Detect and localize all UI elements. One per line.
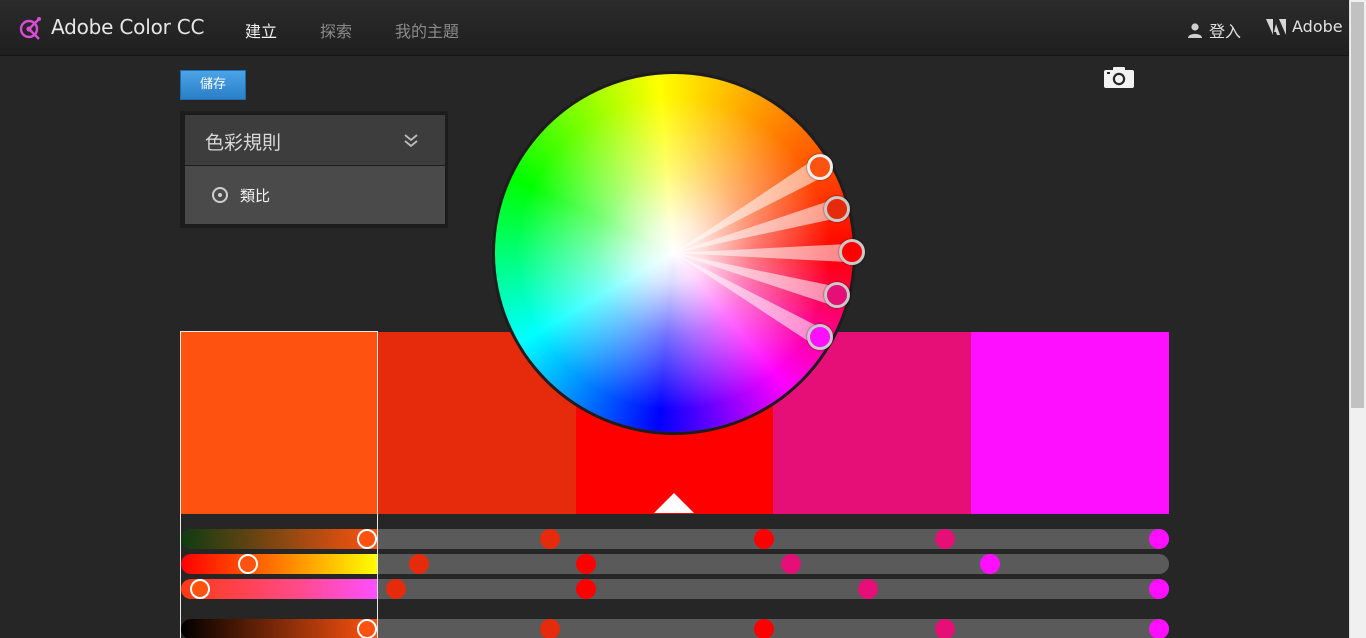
brand-title[interactable]: Adobe Color CC	[51, 15, 205, 39]
color-rule-label: 類比	[240, 187, 271, 205]
wheel-spokes	[674, 160, 847, 345]
color-swatch-1[interactable]	[181, 332, 378, 514]
slider-track-2[interactable]	[377, 554, 1169, 574]
slider-knob[interactable]	[1149, 619, 1169, 638]
save-button[interactable]: 儲存	[180, 70, 246, 100]
adobe-color-logo-icon[interactable]	[18, 15, 44, 41]
adobe-label: Adobe	[1292, 17, 1343, 36]
slider-knob[interactable]	[1149, 529, 1169, 549]
scrollbar-thumb[interactable]	[1351, 2, 1364, 408]
wheel-handle-2[interactable]	[824, 196, 850, 222]
slider-knob[interactable]	[540, 619, 560, 638]
wheel-handle-5[interactable]	[807, 324, 833, 350]
nav-create[interactable]: 建立	[245, 18, 277, 42]
double-chevron-down-icon[interactable]	[403, 133, 419, 149]
slider-row-4[interactable]	[181, 619, 1169, 638]
login-label: 登入	[1209, 22, 1242, 41]
slider-knob[interactable]	[540, 529, 560, 549]
slider-row-2[interactable]	[181, 554, 1169, 574]
camera-icon[interactable]	[1104, 66, 1134, 88]
slider-knob[interactable]	[980, 554, 1000, 574]
slider-knob-selected-4[interactable]	[357, 619, 377, 638]
slider-knob[interactable]	[1149, 579, 1169, 599]
slider-knob-selected-1[interactable]	[357, 529, 377, 549]
login-link[interactable]: 登入	[1187, 18, 1241, 42]
top-bar: Adobe Color CC 建立 探索 我的主題 登入 Adobe	[0, 0, 1349, 56]
color-rules-title: 色彩規則	[205, 132, 282, 154]
slider-gradient-2[interactable]	[181, 554, 377, 574]
slider-knob[interactable]	[935, 619, 955, 638]
adobe-link[interactable]: Adobe	[1266, 17, 1343, 36]
color-swatch-5[interactable]	[971, 332, 1169, 514]
color-wheel[interactable]	[495, 74, 865, 432]
nav-explore[interactable]: 探索	[320, 18, 352, 42]
slider-knob[interactable]	[781, 554, 801, 574]
slider-row-3[interactable]	[181, 579, 1169, 599]
user-icon	[1188, 23, 1202, 38]
slider-knob[interactable]	[754, 619, 774, 638]
app: Adobe Color CC 建立 探索 我的主題 登入 Adobe 儲存 色彩…	[0, 0, 1366, 638]
slider-track-3[interactable]	[377, 579, 1169, 599]
slider-knob[interactable]	[576, 579, 596, 599]
nav-my-themes[interactable]: 我的主題	[395, 18, 459, 42]
color-rule-option-analogous[interactable]: 類比	[185, 166, 445, 224]
slider-knob-selected-3[interactable]	[190, 579, 210, 599]
slider-gradient-1[interactable]	[181, 529, 377, 549]
slider-gradient-4[interactable]	[181, 619, 377, 638]
slider-knob[interactable]	[576, 554, 596, 574]
slider-knob[interactable]	[409, 554, 429, 574]
slider-row-1[interactable]	[181, 529, 1169, 549]
wheel-handle-4[interactable]	[824, 282, 850, 308]
base-color-pointer	[654, 493, 694, 513]
slider-gradient-3[interactable]	[181, 579, 377, 599]
slider-knob[interactable]	[858, 579, 878, 599]
adobe-logo-icon	[1266, 18, 1286, 35]
slider-knob[interactable]	[754, 529, 774, 549]
slider-knob[interactable]	[935, 529, 955, 549]
radio-icon[interactable]	[212, 187, 228, 203]
wheel-handle-3[interactable]	[839, 239, 865, 265]
slider-knob[interactable]	[386, 579, 406, 599]
color-rules-header[interactable]: 色彩規則	[185, 115, 445, 165]
slider-knob-selected-2[interactable]	[238, 554, 258, 574]
wheel-handle-1[interactable]	[807, 154, 833, 180]
